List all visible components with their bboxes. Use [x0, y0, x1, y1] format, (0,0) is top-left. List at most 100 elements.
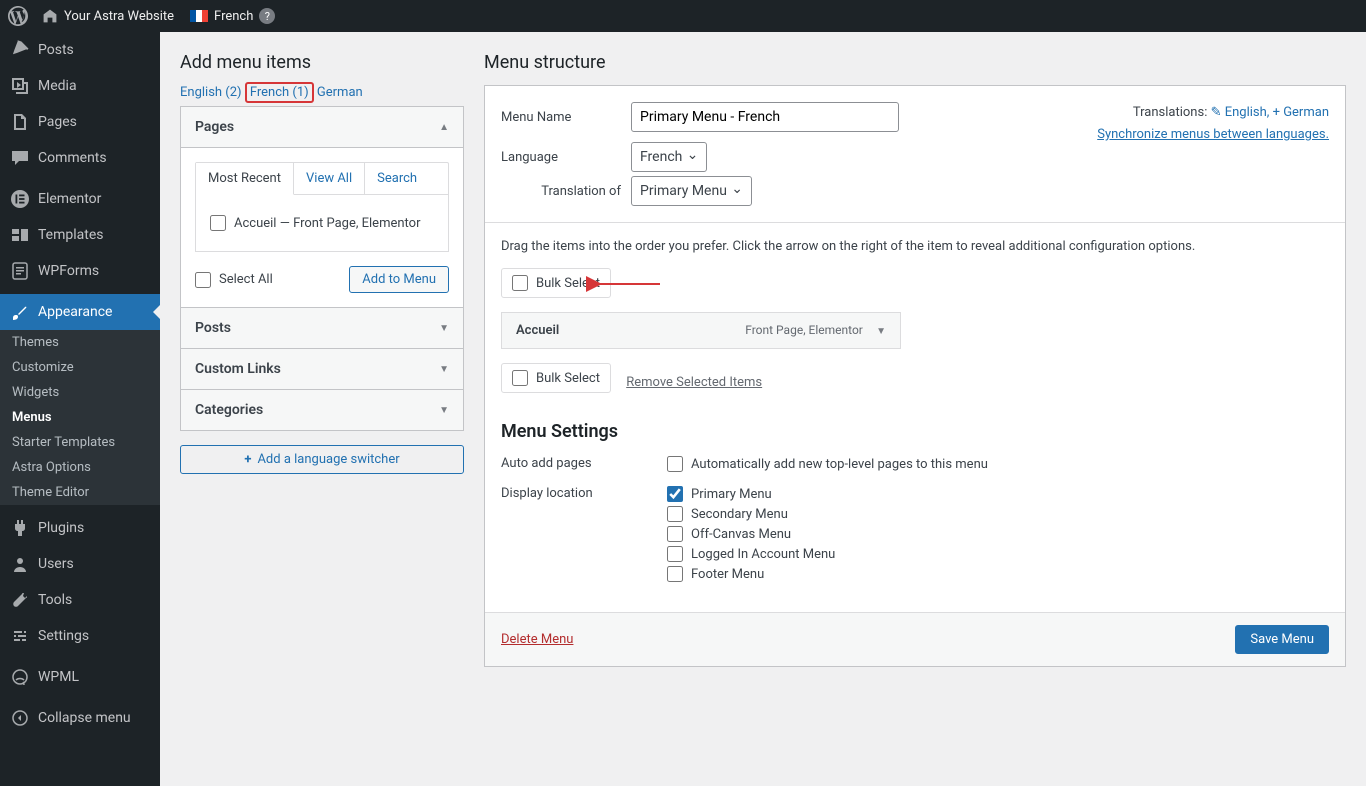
menu-wpml[interactable]: WPML: [0, 659, 160, 695]
categories-panel-header[interactable]: Categories ▼: [181, 389, 463, 430]
pages-panel-header[interactable]: Pages ▲: [181, 107, 463, 148]
plus-icon: +: [1273, 105, 1284, 120]
sub-starter[interactable]: Starter Templates: [0, 430, 160, 455]
collapse-icon: [10, 708, 30, 728]
loc-secondary-label: Secondary Menu: [691, 507, 788, 522]
loc-loggedin-checkbox[interactable]: [667, 546, 683, 562]
loc-primary-label: Primary Menu: [691, 487, 772, 502]
lang-tab-german[interactable]: German: [317, 85, 363, 100]
loc-offcanvas-checkbox[interactable]: [667, 526, 683, 542]
loc-footer-checkbox[interactable]: [667, 566, 683, 582]
menu-settings-heading: Menu Settings: [501, 421, 1329, 442]
sub-menus[interactable]: Menus: [0, 405, 160, 430]
sync-menus-link[interactable]: Synchronize menus between languages.: [1097, 127, 1329, 142]
chevron-down-icon: ▼: [439, 405, 449, 416]
loc-loggedin-label: Logged In Account Menu: [691, 547, 835, 562]
posts-panel-header[interactable]: Posts ▼: [181, 307, 463, 348]
display-location-label: Display location: [501, 486, 667, 501]
users-icon: [10, 554, 30, 574]
delete-menu-link[interactable]: Delete Menu: [501, 632, 573, 647]
chevron-down-icon: ▼: [439, 323, 449, 334]
menu-comments[interactable]: Comments: [0, 140, 160, 176]
menu-appearance[interactable]: Appearance: [0, 294, 160, 330]
loc-offcanvas-label: Off-Canvas Menu: [691, 527, 791, 542]
select-all-checkbox[interactable]: [195, 272, 211, 288]
add-language-switcher-button[interactable]: + Add a language switcher: [180, 445, 464, 474]
pages-inner-tabs: Most Recent View All Search: [195, 162, 449, 195]
menu-structure-heading: Menu structure: [484, 52, 1346, 73]
tab-most-recent[interactable]: Most Recent: [196, 163, 294, 195]
comments-icon: [10, 148, 30, 168]
custom-links-panel-header[interactable]: Custom Links ▼: [181, 348, 463, 389]
sub-theme-editor[interactable]: Theme Editor: [0, 480, 160, 505]
menu-templates[interactable]: Templates: [0, 217, 160, 253]
french-flag-icon: [190, 10, 208, 22]
menu-media[interactable]: Media: [0, 68, 160, 104]
admin-sidebar: Posts Media Pages Comments Elementor Tem…: [0, 32, 160, 786]
settings-icon: [10, 626, 30, 646]
templates-icon: [10, 225, 30, 245]
menu-item-type: Front Page, Elementor: [745, 323, 863, 337]
menu-settings[interactable]: Settings: [0, 618, 160, 654]
bulk-select-bottom-checkbox[interactable]: [512, 370, 528, 386]
wpforms-icon: [10, 261, 30, 281]
chevron-down-icon: ▼: [439, 364, 449, 375]
lang-tab-french[interactable]: French (1): [250, 85, 309, 100]
loc-primary-checkbox[interactable]: [667, 486, 683, 502]
bulk-select-top-checkbox[interactable]: [512, 275, 528, 291]
loc-secondary-checkbox[interactable]: [667, 506, 683, 522]
language-label: Language: [501, 150, 631, 165]
tab-search[interactable]: Search: [365, 163, 429, 194]
sub-widgets[interactable]: Widgets: [0, 380, 160, 405]
admin-bar: Your Astra Website French ?: [0, 0, 1366, 32]
language-indicator[interactable]: French ?: [182, 8, 283, 24]
translation-of-label: Translation of: [501, 184, 631, 199]
add-to-menu-button[interactable]: Add to Menu: [349, 266, 449, 293]
translation-of-select[interactable]: Primary Menu: [631, 176, 752, 206]
menu-plugins[interactable]: Plugins: [0, 510, 160, 546]
brush-icon: [10, 302, 30, 322]
auto-add-label: Auto add pages: [501, 456, 667, 471]
menu-name-label: Menu Name: [501, 110, 631, 125]
language-select[interactable]: French: [631, 142, 707, 172]
page-accueil-checkbox[interactable]: [210, 215, 226, 231]
remove-selected-link[interactable]: Remove Selected Items: [626, 375, 762, 390]
bulk-select-bottom-label: Bulk Select: [536, 371, 600, 386]
translation-german-link[interactable]: + German: [1273, 105, 1329, 120]
loc-footer-label: Footer Menu: [691, 567, 764, 582]
bulk-select-top-label: Bulk Select: [536, 276, 600, 291]
save-menu-button[interactable]: Save Menu: [1235, 625, 1329, 654]
sub-customize[interactable]: Customize: [0, 355, 160, 380]
sub-astra[interactable]: Astra Options: [0, 455, 160, 480]
menu-item-title: Accueil: [516, 323, 559, 338]
language-tabs: English (2) French (1) German: [180, 85, 464, 100]
site-name-link[interactable]: Your Astra Website: [34, 8, 182, 24]
menu-posts[interactable]: Posts: [0, 32, 160, 68]
chevron-down-icon: ▼: [876, 326, 886, 337]
tab-view-all[interactable]: View All: [294, 163, 365, 194]
media-icon: [10, 76, 30, 96]
tools-icon: [10, 590, 30, 610]
menu-tools[interactable]: Tools: [0, 582, 160, 618]
wp-logo-icon[interactable]: [8, 6, 28, 26]
page-accueil-label: Accueil — Front Page, Elementor: [234, 216, 420, 231]
pages-icon: [10, 112, 30, 132]
auto-add-checkbox[interactable]: [667, 456, 683, 472]
help-icon[interactable]: ?: [259, 8, 275, 24]
translations-label: Translations:: [1133, 105, 1208, 120]
collapse-menu[interactable]: Collapse menu: [0, 700, 160, 736]
lang-tab-english[interactable]: English (2): [180, 85, 242, 100]
add-items-heading: Add menu items: [180, 52, 464, 73]
select-all-label: Select All: [219, 272, 273, 287]
menu-elementor[interactable]: Elementor: [0, 181, 160, 217]
translation-english-link[interactable]: ✎ English,: [1211, 105, 1273, 120]
menu-users[interactable]: Users: [0, 546, 160, 582]
chevron-up-icon: ▲: [439, 122, 449, 133]
menu-item-accueil[interactable]: Accueil Front Page, Elementor ▼: [501, 312, 901, 349]
menu-wpforms[interactable]: WPForms: [0, 253, 160, 289]
drag-hint: Drag the items into the order you prefer…: [501, 239, 1329, 254]
menu-pages[interactable]: Pages: [0, 104, 160, 140]
plus-icon: +: [244, 452, 251, 467]
sub-themes[interactable]: Themes: [0, 330, 160, 355]
menu-name-input[interactable]: [631, 102, 899, 132]
